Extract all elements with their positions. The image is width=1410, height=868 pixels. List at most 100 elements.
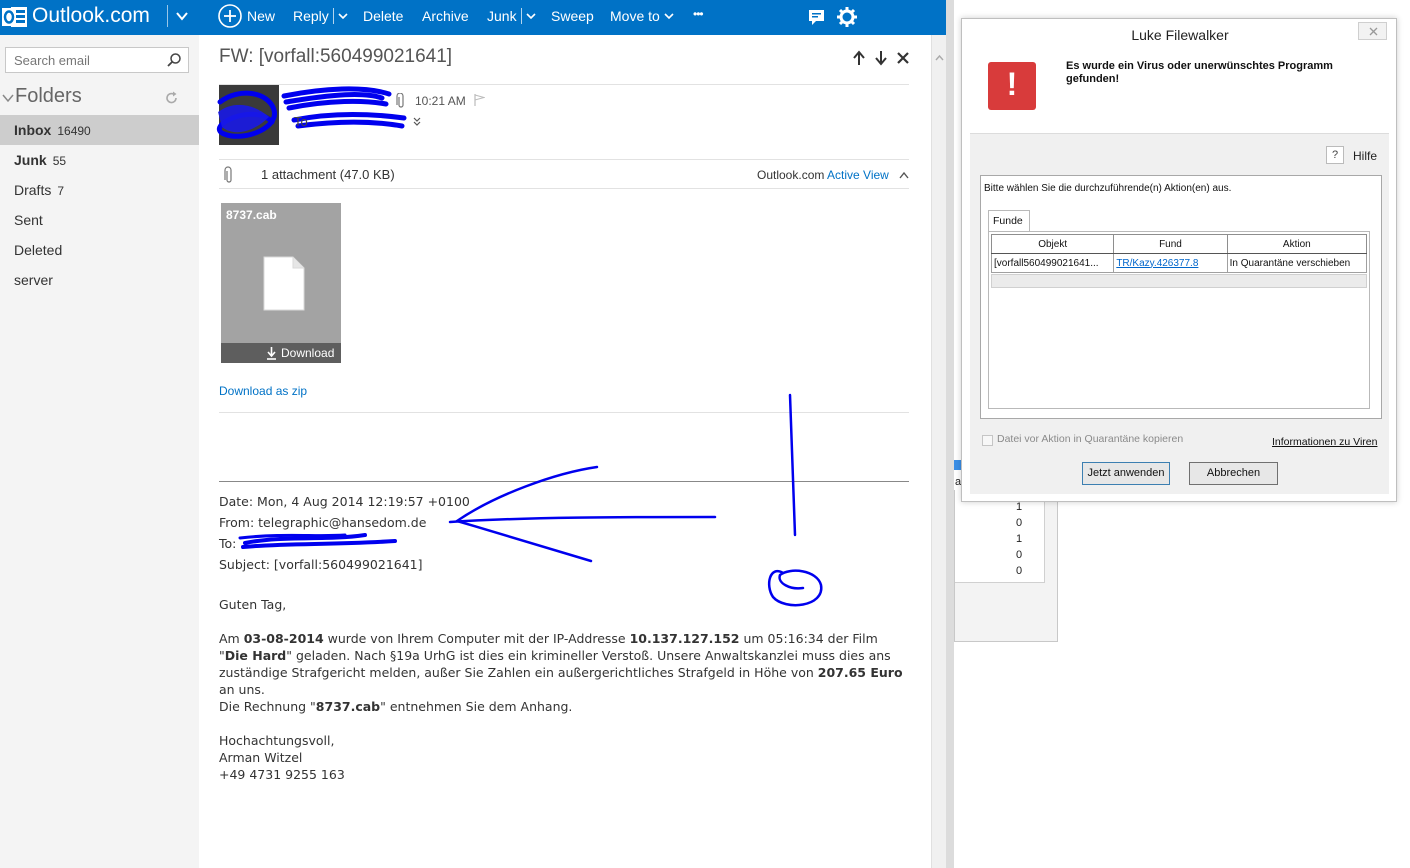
help-label[interactable]: Hilfe	[1353, 149, 1377, 163]
cancel-button[interactable]: Abbrechen	[1189, 462, 1278, 485]
folder-label: Drafts	[14, 182, 52, 198]
incident-date: 03-08-2014	[243, 631, 324, 646]
body-line-2: "Die Hard" geladen. Nach §19a UrhG ist d…	[219, 648, 891, 663]
folder-label: Deleted	[14, 242, 63, 258]
findings-table: Objekt Fund Aktion [vorfall560499021641.…	[990, 234, 1368, 273]
move-to-button[interactable]: Move to	[610, 8, 675, 24]
body-line-1: Am 03-08-2014 wurde von Ihrem Computer m…	[219, 631, 878, 646]
background-panel	[954, 490, 1058, 642]
reading-pane-scrollbar[interactable]	[931, 35, 946, 868]
virus-info-link[interactable]: Informationen zu Viren	[1272, 436, 1377, 448]
folder-count: 7	[57, 184, 65, 198]
delete-button[interactable]: Delete	[363, 8, 403, 24]
folder-count: 16490	[57, 124, 91, 138]
message-subject: FW: [vorfall:560499021641]	[219, 46, 453, 67]
close-message-icon[interactable]	[895, 50, 911, 66]
attachments-paperclip-icon	[224, 166, 232, 183]
reply-label: Reply	[293, 8, 329, 24]
film-title: Die Hard	[224, 648, 287, 663]
signature-phone: +49 4731 9255 163	[219, 767, 345, 782]
action-groupbox: Bitte wählen Sie die durchzuführende(n) …	[980, 175, 1382, 419]
folder-inbox[interactable]: Inbox 16490	[0, 115, 199, 145]
attachment-summary: 1 attachment (47.0 KB)	[261, 167, 395, 182]
search-input[interactable]	[6, 48, 161, 72]
download-bar[interactable]: Download	[221, 343, 341, 363]
collapse-attachments-chevron-icon[interactable]	[899, 171, 909, 179]
invoice-filename: 8737.cab	[315, 699, 381, 714]
more-commands-button[interactable]: •••	[693, 7, 704, 21]
search-icon[interactable]	[166, 52, 182, 68]
new-button[interactable]: New	[247, 8, 275, 24]
help-question-icon[interactable]: ?	[1326, 146, 1344, 164]
forward-subject: Subject: [vorfall:560499021641]	[219, 557, 423, 572]
scroll-up-arrow-icon[interactable]	[935, 54, 944, 61]
active-view-brand: Outlook.com	[757, 168, 825, 182]
active-view-link[interactable]: Active View	[827, 168, 889, 182]
app-switcher-chevron-icon[interactable]	[174, 9, 190, 23]
download-as-zip-link[interactable]: Download as zip	[219, 384, 307, 398]
top-command-bar: Outlook.com New Reply Delete Archive Jun…	[0, 0, 946, 35]
apply-now-button[interactable]: Jetzt anwenden	[1082, 462, 1170, 485]
ip-address: 10.137.127.152	[629, 631, 740, 646]
dialog-close-button[interactable]	[1358, 22, 1387, 40]
folder-label: Junk	[14, 152, 47, 168]
body-line-3: zuständige Strafgericht melden, außer Si…	[219, 665, 903, 680]
previous-message-arrow-icon[interactable]	[851, 50, 867, 66]
quarantine-copy-label: Datei vor Aktion in Quarantäne kopieren	[997, 433, 1184, 445]
folder-server[interactable]: server	[0, 265, 199, 295]
background-value: 1	[1016, 533, 1023, 545]
folders-header[interactable]: Folders	[0, 85, 199, 111]
folder-label: server	[14, 272, 53, 288]
cell-aktion-select[interactable]: In Quarantäne verschieben	[1226, 253, 1368, 273]
settings-gear-icon[interactable]	[836, 6, 858, 28]
header-divider	[219, 159, 909, 160]
column-header-objekt[interactable]: Objekt	[990, 234, 1115, 254]
column-header-aktion[interactable]: Aktion	[1226, 234, 1368, 254]
alert-banner: ! Es wurde ein Virus oder unerwünschtes …	[970, 52, 1389, 134]
folder-sent[interactable]: Sent	[0, 205, 199, 235]
attachment-divider	[219, 188, 909, 189]
reply-button[interactable]: Reply	[293, 8, 349, 24]
text-run: wurde von Ihrem Computer mit der IP-Addr…	[323, 631, 630, 646]
reply-dropdown-icon[interactable]	[337, 11, 349, 21]
folder-label: Inbox	[14, 122, 52, 138]
messaging-icon[interactable]	[806, 6, 828, 28]
text-run: Am	[219, 631, 244, 646]
active-view-label[interactable]: Outlook.com Active View	[757, 168, 889, 182]
text-run: zuständige Strafgericht melden, außer Si…	[219, 665, 818, 680]
quarantine-copy-checkbox[interactable]	[982, 435, 993, 446]
move-to-dropdown-icon	[664, 13, 674, 20]
attachment-paperclip-icon	[396, 93, 404, 108]
attachment-tile[interactable]: 8737.cab Download	[221, 203, 341, 363]
folder-drafts[interactable]: Drafts 7	[0, 175, 199, 205]
junk-dropdown-icon[interactable]	[525, 11, 537, 21]
search-box	[5, 47, 189, 73]
brand-title[interactable]: Outlook.com	[32, 4, 150, 28]
body-line-5: Die Rechnung "8737.cab" entnehmen Sie de…	[219, 699, 572, 714]
collapse-chevron-icon[interactable]	[2, 92, 14, 104]
text-run: " geladen. Nach §19a UrhG ist dies ein k…	[286, 648, 891, 663]
next-message-arrow-icon[interactable]	[873, 50, 889, 66]
tab-funde[interactable]: Funde	[988, 210, 1030, 232]
sender-avatar	[219, 85, 279, 145]
folder-junk[interactable]: Junk 55	[0, 145, 199, 175]
alert-message: Es wurde ein Virus oder unerwünschtes Pr…	[1066, 60, 1333, 85]
window-border	[946, 0, 954, 868]
table-row[interactable]: [vorfall560499021641... TR/Kazy.426377.8…	[990, 253, 1368, 273]
outlook-logo-icon[interactable]	[2, 4, 28, 30]
sweep-button[interactable]: Sweep	[551, 8, 594, 24]
refresh-icon[interactable]	[165, 91, 179, 105]
forward-from: From: telegraphic@hansedom.de	[219, 515, 427, 530]
column-header-fund[interactable]: Fund	[1113, 234, 1228, 254]
cell-fund-link[interactable]: TR/Kazy.426377.8	[1113, 253, 1228, 273]
folder-deleted[interactable]: Deleted	[0, 235, 199, 265]
background-value: 1	[1016, 501, 1023, 513]
body-line-4: an uns.	[219, 682, 265, 697]
junk-button[interactable]: Junk	[487, 8, 537, 24]
reply-separator	[332, 8, 334, 24]
new-plus-icon[interactable]	[217, 3, 243, 29]
flag-icon[interactable]	[473, 93, 485, 107]
expand-recipients-chevron-icon[interactable]	[413, 117, 421, 127]
archive-button[interactable]: Archive	[422, 8, 469, 24]
folder-label: Sent	[14, 212, 43, 228]
